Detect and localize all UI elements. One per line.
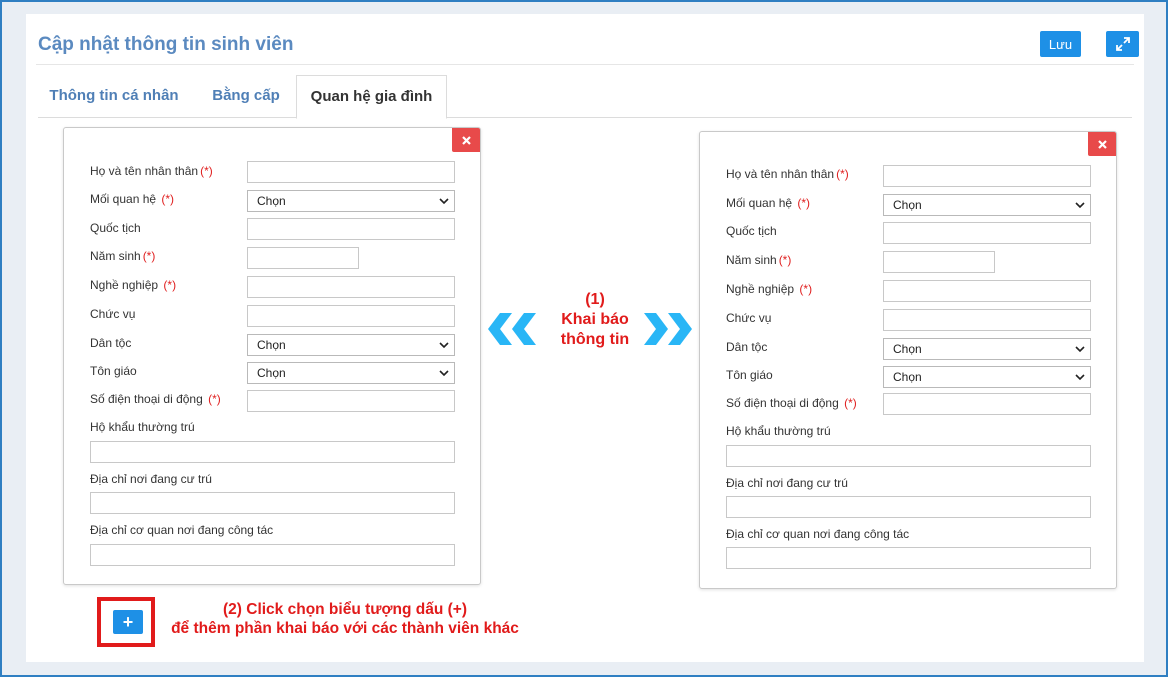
close-icon (1097, 139, 1107, 149)
add-member-note: (2) Click chọn biểu tượng dấu (+) để thê… (171, 601, 519, 637)
household-input[interactable] (726, 445, 1091, 467)
nationality-input[interactable] (883, 222, 1091, 244)
chevron-down-icon (1075, 202, 1085, 209)
family-member-card-2: Họ và tên nhân thân (*) Mối quan hệ (*) C… (699, 131, 1117, 589)
add-member-button[interactable]: + (113, 610, 143, 634)
workplace-input[interactable] (90, 544, 455, 566)
workplace-input[interactable] (726, 547, 1091, 569)
birth-year-label: Năm sinh (*) (726, 253, 792, 267)
position-input[interactable] (247, 305, 455, 327)
full-name-input[interactable] (883, 165, 1091, 187)
chevron-down-icon (1075, 346, 1085, 353)
workplace-label: Địa chỉ cơ quan nơi đang công tác (726, 527, 910, 541)
household-input[interactable] (90, 441, 455, 463)
residence-label: Địa chỉ nơi đang cư trú (726, 476, 848, 490)
birth-year-label: Năm sinh (*) (90, 249, 156, 263)
religion-label: Tôn giáo (726, 368, 773, 382)
ethnicity-label: Dân tộc (726, 340, 768, 354)
relationship-select[interactable]: Chọn (883, 194, 1091, 216)
tab-personal-info[interactable]: Thông tin cá nhân (38, 75, 190, 116)
religion-select[interactable]: Chọn (883, 366, 1091, 388)
family-member-card-1: Họ và tên nhân thân (*) Mối quan hệ (*) C… (63, 127, 481, 585)
occupation-input[interactable] (247, 276, 455, 298)
relationship-select[interactable]: Chọn (247, 190, 455, 212)
double-chevron-left-icon (488, 313, 536, 345)
residence-label: Địa chỉ nơi đang cư trú (90, 472, 212, 486)
relationship-label: Mối quan hệ (*) (726, 196, 811, 210)
nationality-label: Quốc tịch (90, 221, 141, 235)
religion-select[interactable]: Chọn (247, 362, 455, 384)
tab-bar: Thông tin cá nhân Bằng cấp Quan hệ gia đ… (38, 75, 1132, 119)
nationality-input[interactable] (247, 218, 455, 240)
occupation-label: Nghề nghiệp (*) (726, 282, 813, 296)
position-input[interactable] (883, 309, 1091, 331)
double-chevron-right-icon (644, 313, 692, 345)
residence-input[interactable] (726, 496, 1091, 518)
occupation-label: Nghề nghiệp (*) (90, 278, 177, 292)
page-title: Cập nhật thông tin sinh viên (38, 34, 294, 55)
remove-card-button[interactable] (1088, 132, 1116, 156)
chevron-down-icon (439, 370, 449, 377)
ethnicity-select[interactable]: Chọn (247, 334, 455, 356)
full-name-label: Họ và tên nhân thân (*) (726, 167, 849, 181)
workplace-label: Địa chỉ cơ quan nơi đang công tác (90, 523, 274, 537)
position-label: Chức vụ (726, 311, 772, 325)
household-label: Hộ khẩu thường trú (726, 424, 831, 438)
chevron-down-icon (439, 342, 449, 349)
close-icon (461, 135, 471, 145)
remove-card-button[interactable] (452, 128, 480, 152)
chevron-down-icon (439, 198, 449, 205)
tab-family-relations[interactable]: Quan hệ gia đình (296, 75, 447, 119)
birth-year-input[interactable] (247, 247, 359, 269)
expand-icon (1115, 37, 1130, 51)
header-divider (36, 64, 1134, 65)
relationship-label: Mối quan hệ (*) (90, 192, 175, 206)
chevron-down-icon (1075, 374, 1085, 381)
ethnicity-label: Dân tộc (90, 336, 132, 350)
expand-button[interactable] (1106, 31, 1139, 57)
phone-input[interactable] (247, 390, 455, 412)
save-button[interactable]: Lưu (1040, 31, 1081, 57)
phone-label: Số điện thoại di động (*) (726, 396, 857, 410)
residence-input[interactable] (90, 492, 455, 514)
nationality-label: Quốc tịch (726, 224, 777, 238)
occupation-input[interactable] (883, 280, 1091, 302)
position-label: Chức vụ (90, 307, 136, 321)
tab-degrees[interactable]: Bằng cấp (199, 75, 293, 116)
full-name-input[interactable] (247, 161, 455, 183)
phone-input[interactable] (883, 393, 1091, 415)
add-button-highlight: + (97, 597, 155, 647)
phone-label: Số điện thoại di động (*) (90, 392, 221, 406)
household-label: Hộ khẩu thường trú (90, 420, 195, 434)
ethnicity-select[interactable]: Chọn (883, 338, 1091, 360)
declare-info-annotation: (1) Khai báo thông tin (560, 291, 630, 348)
birth-year-input[interactable] (883, 251, 995, 273)
full-name-label: Họ và tên nhân thân (*) (90, 164, 213, 178)
religion-label: Tôn giáo (90, 364, 137, 378)
